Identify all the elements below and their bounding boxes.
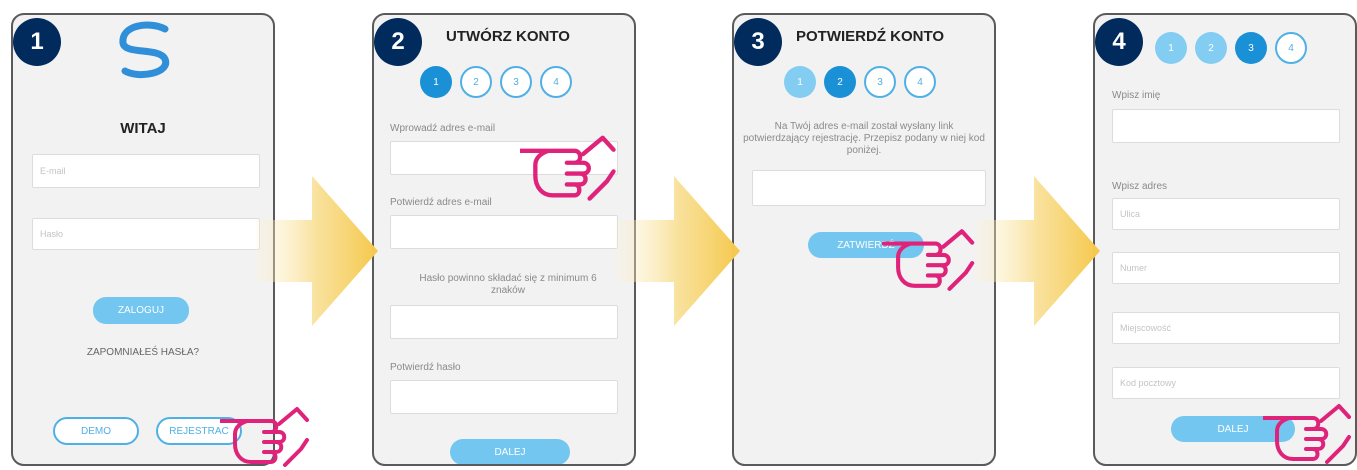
step-4: 4 — [540, 66, 572, 98]
app-logo — [119, 21, 170, 78]
password-field[interactable] — [390, 305, 618, 339]
step-2: 2 — [824, 66, 856, 98]
postal-code-field[interactable]: Kod pocztowy — [1112, 367, 1340, 399]
step-badge: 4 — [1095, 18, 1143, 66]
step-4: 4 — [1275, 32, 1307, 64]
step-badge: 2 — [374, 18, 422, 66]
confirm-password-field[interactable] — [390, 380, 618, 414]
arrow-icon — [976, 176, 1100, 326]
step-indicator: 1 2 3 4 — [420, 66, 572, 98]
step-4: 4 — [904, 66, 936, 98]
step-badge: 1 — [13, 18, 61, 66]
step-2: 2 — [460, 66, 492, 98]
forgot-password-link[interactable]: ZAPOMNIAŁEŚ HASŁA? — [13, 347, 273, 358]
step-1: 1 — [784, 66, 816, 98]
create-account-screen: UTWÓRZ KONTO 1 2 3 4 Wprowadź adres e-ma… — [372, 13, 636, 466]
step-3: 3 — [1235, 32, 1267, 64]
code-field[interactable] — [752, 170, 986, 206]
step-2: 2 — [1195, 32, 1227, 64]
step-1: 1 — [1155, 32, 1187, 64]
pointing-hand-icon — [882, 222, 978, 294]
arrow-icon — [616, 176, 740, 326]
demo-button[interactable]: DEMO — [53, 417, 139, 445]
confirmation-message: Na Twój adres e-mail został wysłany link… — [743, 121, 985, 156]
page-title: WITAJ — [120, 120, 166, 137]
pointing-hand-icon — [1263, 397, 1353, 467]
page-title: UTWÓRZ KONTO — [446, 28, 570, 45]
step-1: 1 — [420, 66, 452, 98]
step-3: 3 — [864, 66, 896, 98]
step-badge: 3 — [734, 18, 782, 66]
pointing-hand-icon — [220, 400, 312, 470]
page-title: POTWIERDŹ KONTO — [796, 28, 945, 45]
name-label: Wpisz imię — [1112, 90, 1161, 101]
email-label: Wprowadź adres e-mail — [390, 123, 496, 134]
address-label: Wpisz adres — [1112, 181, 1168, 192]
login-screen: WITAJ E-mail Hasło ZALOGUJ ZAPOMNIAŁEŚ H… — [11, 13, 275, 466]
pointing-hand-icon — [520, 128, 618, 204]
step-indicator: 1 2 3 4 — [1155, 32, 1307, 64]
step-3: 3 — [500, 66, 532, 98]
step-indicator: 1 2 3 4 — [784, 66, 936, 98]
next-button[interactable]: DALEJ — [450, 439, 570, 464]
confirm-password-label: Potwierdź hasło — [390, 362, 461, 373]
confirm-email-label: Potwierdź adres e-mail — [390, 197, 492, 208]
number-field[interactable]: Numer — [1112, 252, 1340, 284]
street-field[interactable]: Ulica — [1112, 198, 1340, 230]
email-field[interactable]: E-mail — [32, 154, 260, 188]
login-button[interactable]: ZALOGUJ — [93, 297, 189, 324]
city-field[interactable]: Miejscowość — [1112, 312, 1340, 344]
name-field[interactable] — [1112, 109, 1340, 143]
confirm-email-field[interactable] — [390, 215, 618, 249]
password-hint: Hasło powinno składać się z minimum 6 zn… — [419, 273, 597, 296]
password-field[interactable]: Hasło — [32, 218, 260, 250]
arrow-icon — [256, 176, 378, 326]
